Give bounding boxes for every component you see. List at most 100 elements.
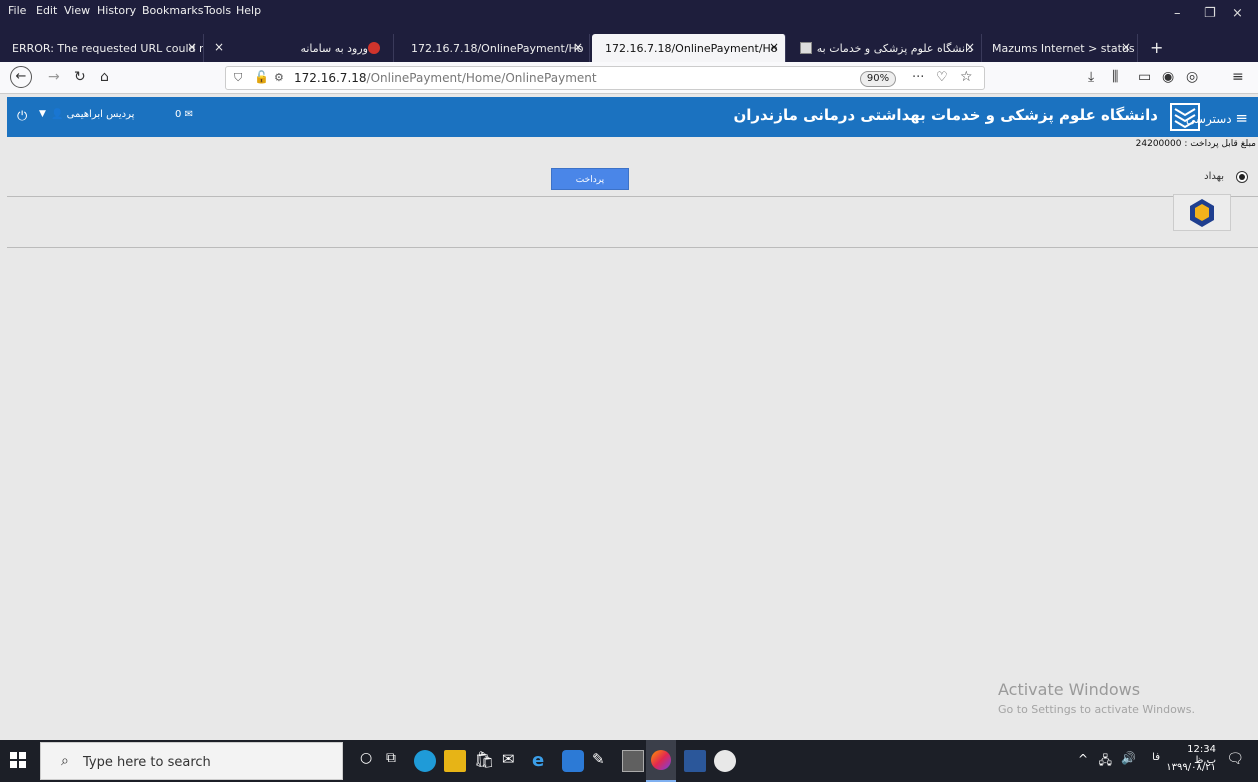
bank-radio[interactable]: [1236, 171, 1248, 183]
tab-bar: ERROR: The requested URL could n × ورود …: [0, 34, 1258, 62]
network-icon[interactable]: 🖧: [1099, 751, 1112, 772]
task-view-icon[interactable]: ⧉: [386, 750, 408, 772]
url-path: /OnlinePayment/Home/OnlinePayment: [366, 71, 597, 85]
permissions-icon[interactable]: ⚙: [274, 71, 284, 84]
activate-windows-title: Activate Windows: [998, 680, 1141, 699]
volume-icon[interactable]: 🔊: [1121, 751, 1136, 765]
message-count: 0: [175, 109, 182, 120]
tab-label: ERROR: The requested URL could n: [12, 41, 204, 55]
language-indicator[interactable]: فا: [1152, 752, 1160, 763]
caret-down-icon[interactable]: ▼: [39, 109, 46, 119]
tab-error[interactable]: ERROR: The requested URL could n ×: [4, 34, 204, 62]
menu-view[interactable]: View: [64, 4, 90, 17]
payable-amount: مبلغ قابل پرداخت : 24200000: [1135, 139, 1256, 149]
taskbar-search-box[interactable]: ⌕ Type here to search: [40, 742, 343, 780]
divider: [7, 247, 1258, 248]
calculator-icon[interactable]: [622, 750, 644, 772]
paint-icon[interactable]: ✎: [592, 750, 614, 772]
tab-login[interactable]: ورود به سامانه ×: [206, 34, 394, 62]
access-menu-button[interactable]: دسترسی ≡: [1186, 109, 1248, 127]
new-tab-icon[interactable]: +: [1150, 38, 1163, 57]
account-icon[interactable]: ◉: [1162, 69, 1174, 85]
site-favicon-icon: [799, 42, 812, 54]
close-window-icon[interactable]: ×: [1232, 6, 1243, 21]
menu-bookmarks[interactable]: Bookmarks: [142, 4, 203, 17]
url-text[interactable]: 172.16.7.18/OnlinePayment/Home/OnlinePay…: [294, 71, 597, 85]
tab-label: 172.16.7.18/OnlinePayment/Ho: [605, 41, 778, 55]
bank-logo[interactable]: [1173, 194, 1231, 231]
minimize-icon[interactable]: –: [1174, 6, 1181, 21]
forward-icon[interactable]: →: [48, 69, 60, 85]
tab-mazums-status[interactable]: Mazums Internet > status ×: [984, 34, 1138, 62]
close-tab-icon[interactable]: ×: [1121, 40, 1131, 54]
page-actions-icon[interactable]: ···: [912, 70, 924, 85]
clock-date[interactable]: ۱۳۹۹/۰۸/۲۱: [1166, 762, 1216, 773]
menu-tools[interactable]: Tools: [204, 4, 231, 17]
menu-file[interactable]: File: [8, 4, 26, 17]
back-icon[interactable]: ←: [10, 66, 32, 88]
pocket-icon[interactable]: ♡: [936, 70, 948, 85]
site-favicon-icon: [368, 42, 380, 54]
file-explorer-icon[interactable]: [444, 750, 466, 772]
home-icon[interactable]: ⌂: [100, 69, 109, 85]
site-title: دانشگاه علوم پزشکی و خدمات بهداشتی درمان…: [733, 106, 1158, 124]
taskbar: ⌕ Type here to search ○ ⧉ 🛍 ✉ e ✎ ^ 🖧 🔊 …: [0, 740, 1258, 782]
access-menu-label: دسترسی: [1185, 112, 1232, 126]
close-tab-icon[interactable]: ×: [214, 40, 224, 54]
activate-windows-subtitle: Go to Settings to activate Windows.: [998, 703, 1196, 716]
tab-label: 172.16.7.18/OnlinePayment/Ho: [411, 41, 584, 55]
menu-edit[interactable]: Edit: [36, 4, 57, 17]
pay-button[interactable]: پرداخت: [551, 168, 629, 190]
browser-menubar: File Edit View History Bookmarks Tools H…: [0, 0, 1258, 34]
hamburger-menu-icon[interactable]: ≡: [1232, 69, 1244, 85]
navigation-bar: ← → ↻ ⌂ ⛉ 🔓 ⚙ 172.16.7.18/OnlinePayment/…: [0, 62, 1258, 94]
user-menu[interactable]: 👤 پردیس ابراهیمی: [51, 109, 134, 120]
store-icon[interactable]: 🛍: [474, 750, 496, 772]
menu-help[interactable]: Help: [236, 4, 261, 17]
tab-online-payment-1[interactable]: 172.16.7.18/OnlinePayment/Ho ×: [398, 34, 590, 62]
firefox-active-icon[interactable]: [646, 740, 676, 782]
url-host: 172.16.7.18: [294, 71, 367, 85]
envelope-icon: ✉: [184, 109, 193, 120]
extension-icon[interactable]: ◎: [1186, 69, 1198, 85]
word-icon[interactable]: [684, 750, 706, 772]
windows-start-icon[interactable]: [10, 752, 26, 768]
shield-icon[interactable]: ⛉: [234, 71, 242, 85]
tab-label: دانشگاه علوم پزشکی و خدمات به: [816, 41, 973, 55]
tab-label: Mazums Internet > status: [992, 41, 1135, 55]
tab-university[interactable]: دانشگاه علوم پزشکی و خدمات به ×: [788, 34, 982, 62]
user-name: پردیس ابراهیمی: [66, 109, 135, 120]
bookmark-star-icon[interactable]: ☆: [960, 69, 973, 85]
edge-icon[interactable]: [414, 750, 436, 772]
cortana-icon[interactable]: ○: [360, 750, 382, 772]
tab-online-payment-active[interactable]: 172.16.7.18/OnlinePayment/Ho ×: [592, 34, 786, 62]
library-icon[interactable]: ⫼: [1112, 69, 1118, 85]
close-tab-icon[interactable]: ×: [965, 40, 975, 54]
site-header: ⏻ ▼ 👤 پردیس ابراهیمی 0 ✉ دانشگاه علوم پز…: [7, 97, 1258, 137]
messages-link[interactable]: 0 ✉: [175, 109, 193, 120]
search-placeholder: Type here to search: [83, 755, 211, 770]
restore-icon[interactable]: ❐: [1204, 6, 1216, 21]
chrome-icon[interactable]: [714, 750, 736, 772]
user-icon: 👤: [51, 109, 67, 120]
insecure-lock-icon[interactable]: 🔓: [254, 70, 269, 84]
menu-bars-icon: ≡: [1235, 109, 1248, 127]
app-icon[interactable]: [562, 750, 584, 772]
address-bar[interactable]: ⛉ 🔓 ⚙ 172.16.7.18/OnlinePayment/Home/Onl…: [225, 66, 985, 90]
payment-content: مبلغ قابل پرداخت : 24200000 پرداخت بهداد…: [7, 137, 1258, 740]
downloads-icon[interactable]: ⤓: [1088, 69, 1094, 85]
power-icon[interactable]: ⏻: [17, 109, 27, 124]
internet-explorer-icon[interactable]: e: [532, 750, 554, 772]
close-tab-icon[interactable]: ×: [573, 40, 583, 54]
close-tab-icon[interactable]: ×: [769, 40, 779, 54]
mail-icon[interactable]: ✉: [502, 750, 524, 772]
close-tab-icon[interactable]: ×: [187, 40, 197, 54]
notification-icon[interactable]: 🗨: [1226, 751, 1244, 767]
menu-history[interactable]: History: [97, 4, 136, 17]
tab-label: ورود به سامانه: [300, 41, 368, 55]
bank-label: بهداد: [1204, 171, 1224, 182]
zoom-level[interactable]: 90%: [860, 71, 896, 87]
show-hidden-icons-icon[interactable]: ^: [1078, 752, 1088, 766]
reload-icon[interactable]: ↻: [74, 69, 86, 85]
sidebar-icon[interactable]: ▭: [1138, 69, 1151, 85]
